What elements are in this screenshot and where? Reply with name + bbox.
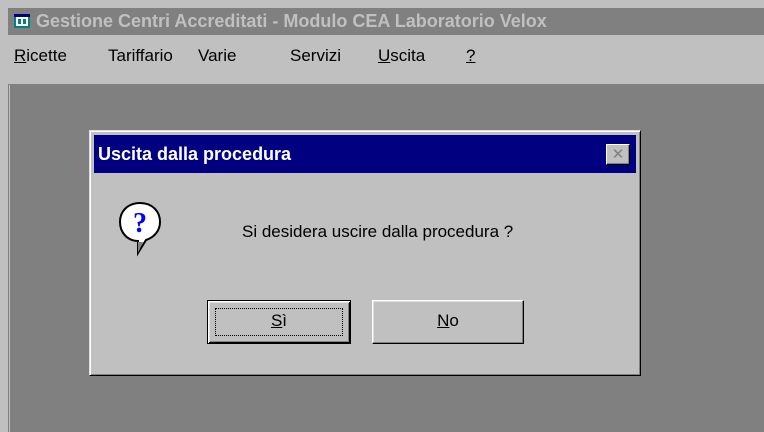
yes-button-label-rest: ì <box>282 311 288 330</box>
menu-bar: Ricette Tariffario Varie Servizi Uscita … <box>8 35 764 75</box>
svg-text:?: ? <box>133 208 147 239</box>
menu-uscita-mnemonic: U <box>378 46 391 65</box>
menu-uscita-label: scita <box>390 46 426 65</box>
menu-tariffario-label: Tariffario <box>108 46 173 65</box>
app-window-icon[interactable] <box>14 13 30 29</box>
close-icon: ✕ <box>611 145 625 163</box>
main-title-bar[interactable]: Gestione Centri Accreditati - Modulo CEA… <box>8 8 764 35</box>
main-window-title: Gestione Centri Accreditati - Modulo CEA… <box>36 11 547 31</box>
question-icon: ? <box>118 201 162 257</box>
no-button-mnemonic: N <box>437 311 450 330</box>
close-button[interactable]: ✕ <box>606 144 630 165</box>
menu-ricette[interactable]: Ricette <box>14 46 67 66</box>
exit-dialog: Uscita dalla procedura ✕ ? Si desidera u… <box>89 130 641 376</box>
yes-button-label: Sì <box>208 301 350 341</box>
menu-ricette-mnemonic: R <box>14 46 27 65</box>
no-button-label-rest: o <box>449 311 459 330</box>
menu-help-label: ? <box>466 46 476 65</box>
menu-ricette-label: icette <box>26 46 67 65</box>
no-button[interactable]: No <box>372 300 524 344</box>
dialog-title-bar[interactable]: Uscita dalla procedura ✕ <box>94 135 636 173</box>
menu-help[interactable]: ? <box>466 46 475 66</box>
main-window: Gestione Centri Accreditati - Modulo CEA… <box>0 0 764 432</box>
dialog-message: Si desidera uscire dalla procedura ? <box>242 222 514 241</box>
menu-servizi-label: Servizi <box>290 46 342 65</box>
yes-button[interactable]: Sì <box>207 300 351 344</box>
dialog-title: Uscita dalla procedura <box>98 144 292 164</box>
menu-varie[interactable]: Varie <box>198 46 236 66</box>
yes-button-mnemonic: S <box>270 311 283 330</box>
menu-uscita[interactable]: Uscita <box>378 46 425 66</box>
menu-servizi[interactable]: Servizi <box>290 46 341 66</box>
menu-tariffario[interactable]: Tariffario <box>108 46 173 66</box>
menu-varie-label: Varie <box>198 46 237 65</box>
